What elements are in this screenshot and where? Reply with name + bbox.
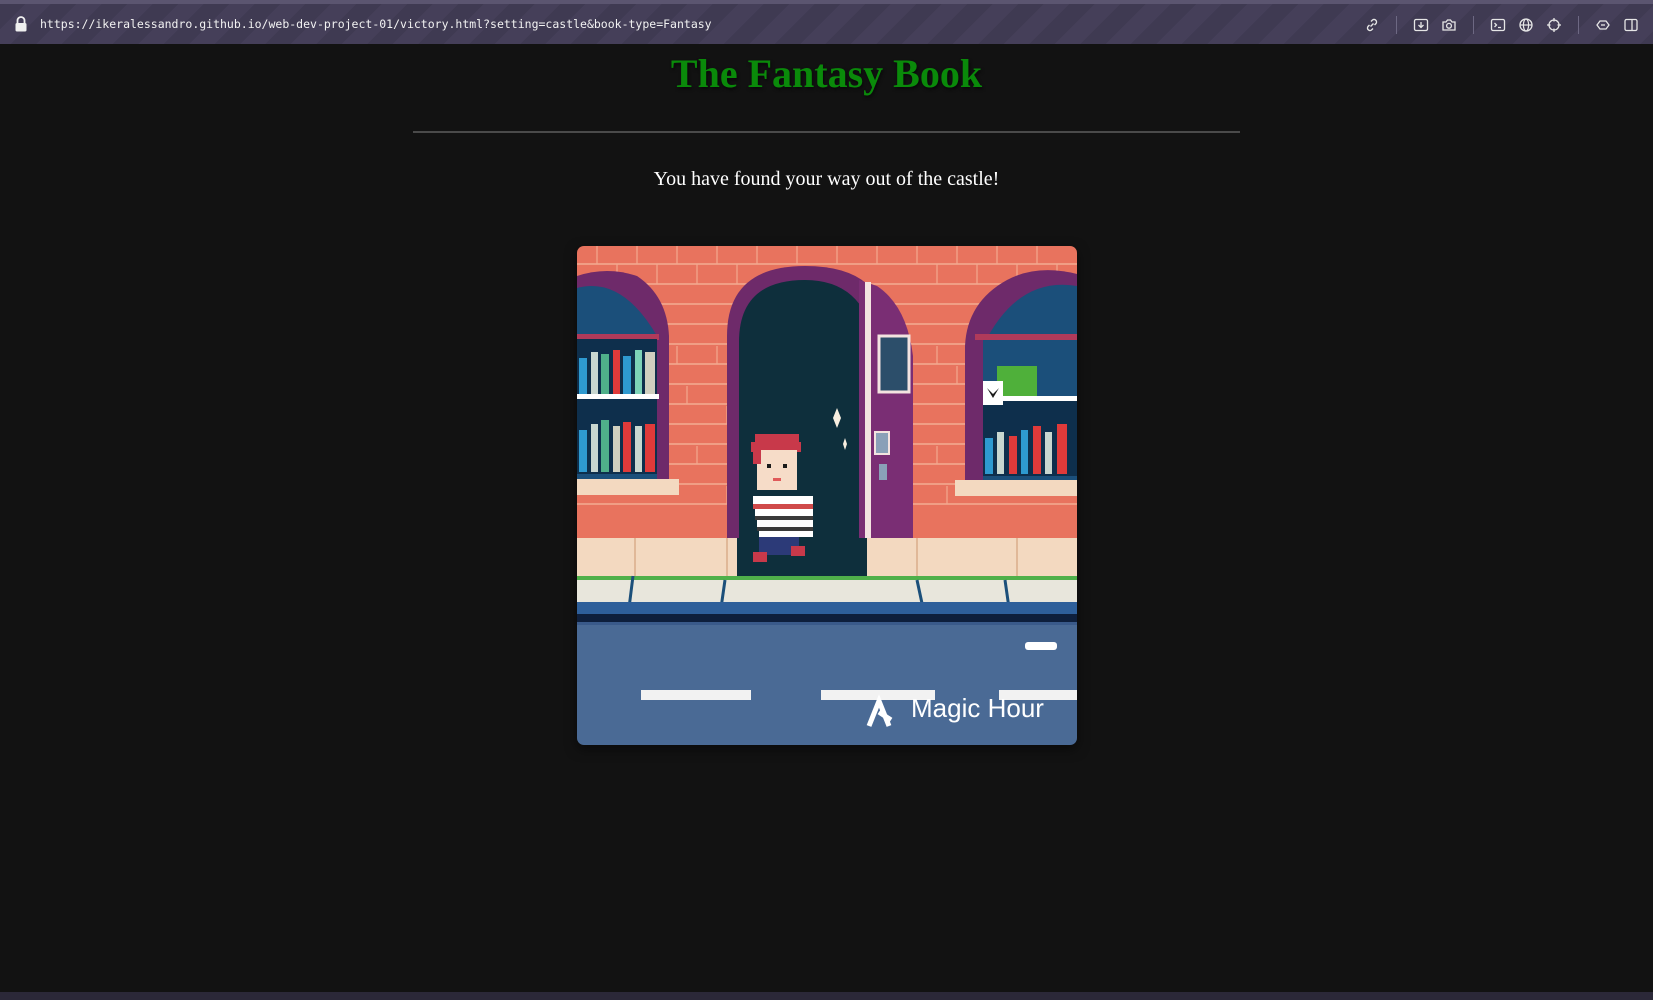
extensions-icon[interactable] xyxy=(1593,15,1613,35)
toolbar-divider xyxy=(1473,16,1474,34)
watermark-text: Magic Hour xyxy=(911,693,1044,723)
crosshair-icon[interactable] xyxy=(1544,15,1564,35)
window-bottom-bar xyxy=(0,992,1653,1000)
lock-icon xyxy=(15,16,27,32)
toolbar-divider xyxy=(1396,16,1397,34)
road xyxy=(577,625,1077,745)
browser-address-bar: https://ikeralessandro.github.io/web-dev… xyxy=(0,0,1653,44)
globe-icon[interactable] xyxy=(1516,15,1536,35)
toolbar-divider xyxy=(1578,16,1579,34)
page-title: The Fantasy Book xyxy=(670,51,983,96)
title-divider xyxy=(413,131,1240,133)
url-text[interactable]: https://ikeralessandro.github.io/web-dev… xyxy=(40,17,712,31)
link-icon[interactable] xyxy=(1362,15,1382,35)
pixel-art-scene: Magic Hour xyxy=(577,246,1077,745)
left-window-sill xyxy=(577,479,679,495)
terminal-icon[interactable] xyxy=(1488,15,1508,35)
victory-image: Magic Hour xyxy=(577,246,1077,745)
sidewalk xyxy=(577,580,1077,604)
download-icon[interactable] xyxy=(1411,15,1431,35)
road-lane-mark xyxy=(641,690,751,700)
right-window-sill xyxy=(955,480,1077,496)
door-handle xyxy=(874,431,890,455)
sidebar-icon[interactable] xyxy=(1621,15,1641,35)
camera-icon[interactable] xyxy=(1439,15,1459,35)
victory-message: You have found your way out of the castl… xyxy=(653,168,1000,190)
